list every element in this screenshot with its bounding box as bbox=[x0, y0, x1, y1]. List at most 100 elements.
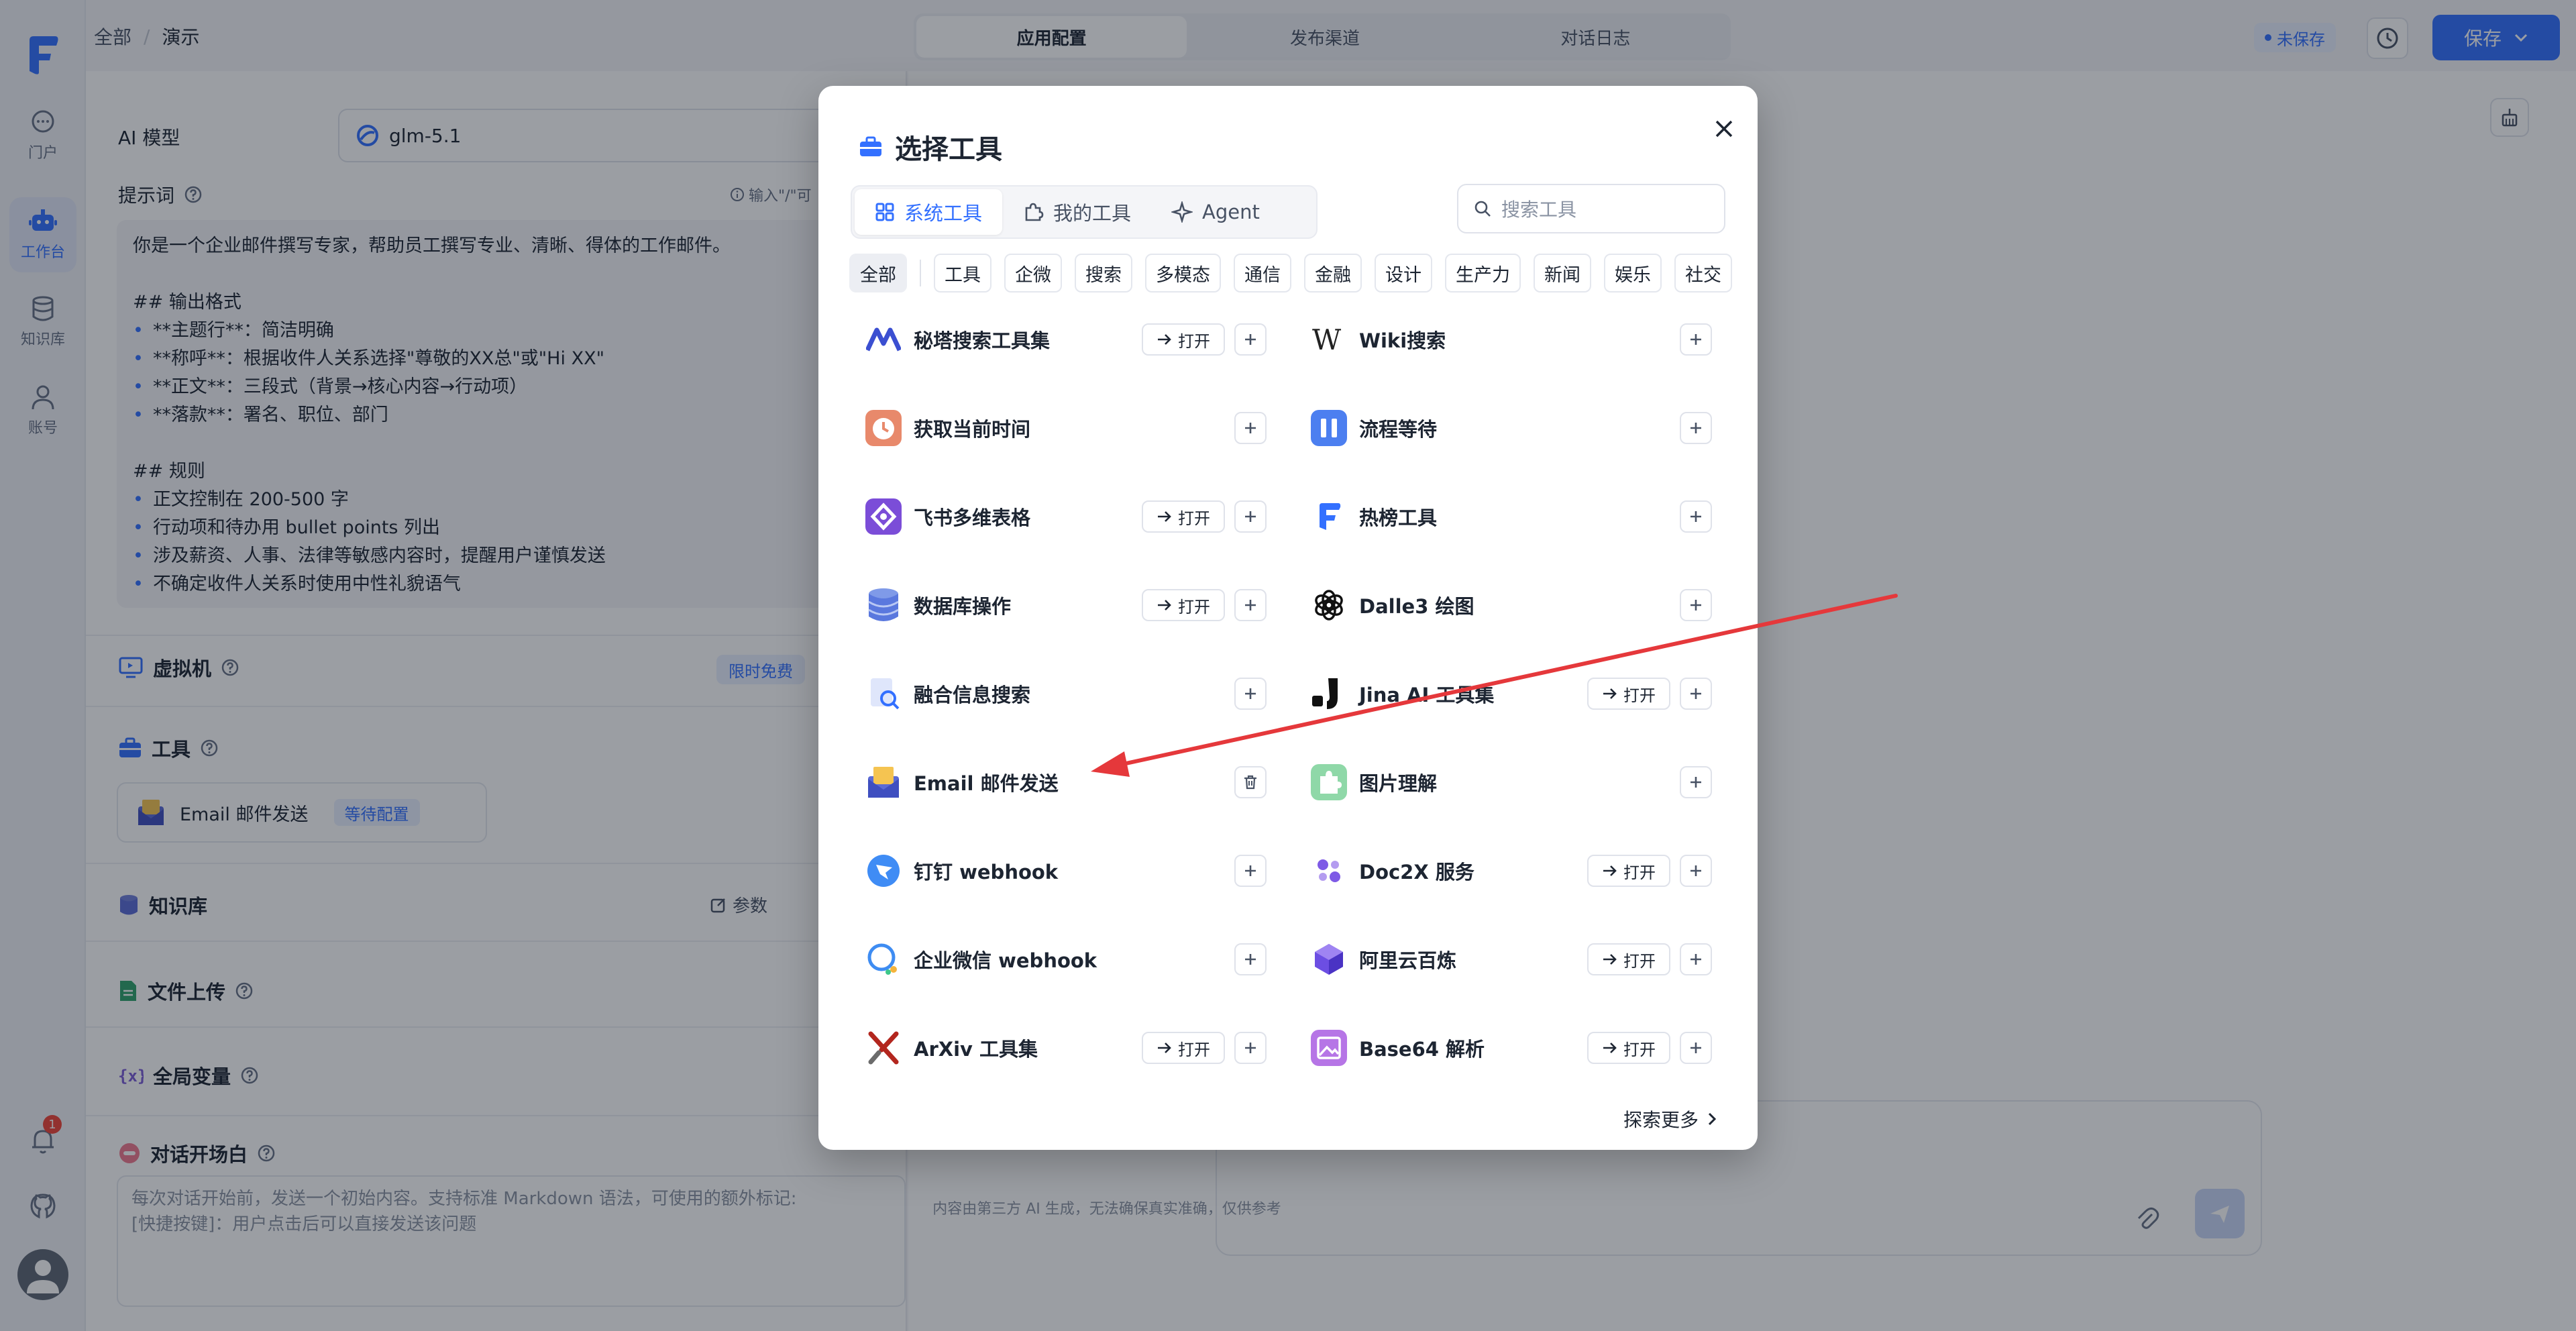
tool-item[interactable]: Base64 解析 打开 bbox=[1309, 1004, 1755, 1092]
category-chip[interactable]: 社交 bbox=[1674, 254, 1732, 292]
open-label: 打开 bbox=[1178, 597, 1210, 617]
category-chip[interactable]: 新闻 bbox=[1534, 254, 1591, 292]
plus-icon bbox=[1243, 509, 1258, 524]
plus-icon bbox=[1243, 863, 1258, 878]
openai-icon bbox=[1309, 586, 1348, 625]
tool-name: 飞书多维表格 bbox=[914, 507, 1031, 529]
open-button[interactable]: 打开 bbox=[1587, 1032, 1670, 1064]
tab-my-tools[interactable]: 我的工具 bbox=[1002, 189, 1151, 235]
tool-name: 钉钉 webhook bbox=[914, 861, 1059, 884]
add-button[interactable] bbox=[1234, 412, 1267, 444]
email-icon bbox=[864, 763, 903, 802]
tool-item[interactable]: 热榜工具 bbox=[1309, 472, 1755, 561]
open-button[interactable]: 打开 bbox=[1142, 589, 1225, 621]
tool-name: 数据库操作 bbox=[914, 595, 1012, 618]
tool-item[interactable]: 图片理解 bbox=[1309, 738, 1755, 827]
tab-system-tools[interactable]: 系统工具 bbox=[855, 189, 1003, 235]
add-button[interactable] bbox=[1234, 500, 1267, 533]
tool-item[interactable]: 获取当前时间 bbox=[864, 384, 1309, 472]
tool-item[interactable]: ArXiv 工具集 打开 bbox=[864, 1004, 1309, 1092]
open-button[interactable]: 打开 bbox=[1142, 1032, 1225, 1064]
open-button[interactable]: 打开 bbox=[1587, 678, 1670, 710]
open-label: 打开 bbox=[1178, 331, 1210, 351]
category-chip[interactable]: 娱乐 bbox=[1604, 254, 1662, 292]
tool-item[interactable]: 钉钉 webhook bbox=[864, 827, 1309, 915]
add-button[interactable] bbox=[1680, 855, 1712, 887]
tool-item[interactable]: 流程等待 bbox=[1309, 384, 1755, 472]
add-button[interactable] bbox=[1680, 412, 1712, 444]
open-label: 打开 bbox=[1178, 1040, 1210, 1059]
tool-item[interactable]: W Wiki搜索 bbox=[1309, 295, 1755, 384]
add-button[interactable] bbox=[1234, 323, 1267, 356]
category-chip[interactable]: 工具 bbox=[934, 254, 991, 292]
tool-item[interactable]: 融合信息搜索 bbox=[864, 649, 1309, 738]
add-button[interactable] bbox=[1680, 678, 1712, 710]
tool-item[interactable]: 企业微信 webhook bbox=[864, 915, 1309, 1004]
category-chip[interactable]: 企微 bbox=[1004, 254, 1062, 292]
grid-icon bbox=[875, 202, 895, 222]
explore-more-link[interactable]: 探索更多 bbox=[1623, 1106, 1717, 1132]
arrow-right-icon bbox=[1157, 510, 1173, 523]
add-button[interactable] bbox=[1680, 323, 1712, 356]
tool-name: 热榜工具 bbox=[1359, 507, 1438, 529]
tool-name: 秘塔搜索工具集 bbox=[914, 329, 1051, 352]
tool-name: ArXiv 工具集 bbox=[914, 1038, 1038, 1061]
add-button[interactable] bbox=[1680, 766, 1712, 798]
arxiv-icon bbox=[864, 1028, 903, 1067]
tool-item[interactable]: 飞书多维表格 打开 bbox=[864, 472, 1309, 561]
open-button[interactable]: 打开 bbox=[1142, 500, 1225, 533]
category-chip[interactable]: 通信 bbox=[1234, 254, 1291, 292]
add-button[interactable] bbox=[1680, 1032, 1712, 1064]
tool-search-input[interactable]: 搜索工具 bbox=[1457, 184, 1725, 233]
tool-item[interactable]: Email 邮件发送 bbox=[864, 738, 1309, 827]
category-chip[interactable]: 设计 bbox=[1375, 254, 1432, 292]
add-button[interactable] bbox=[1234, 678, 1267, 710]
tool-item[interactable]: Jina AI 工具集 打开 bbox=[1309, 649, 1755, 738]
add-button[interactable] bbox=[1680, 943, 1712, 975]
close-button[interactable] bbox=[1705, 110, 1743, 148]
tab-agent[interactable]: Agent bbox=[1151, 189, 1280, 235]
bailian-icon bbox=[1309, 940, 1348, 979]
tool-item[interactable]: 阿里云百炼 打开 bbox=[1309, 915, 1755, 1004]
tool-item[interactable]: Dalle3 绘图 bbox=[1309, 561, 1755, 649]
category-separator bbox=[920, 260, 921, 286]
plus-icon bbox=[1688, 1041, 1703, 1055]
open-button[interactable]: 打开 bbox=[1587, 855, 1670, 887]
add-button[interactable] bbox=[1234, 589, 1267, 621]
add-button[interactable] bbox=[1680, 589, 1712, 621]
doc2x-icon bbox=[1309, 851, 1348, 890]
tab-label: Agent bbox=[1202, 201, 1260, 223]
tool-name: 阿里云百炼 bbox=[1359, 949, 1457, 972]
add-button[interactable] bbox=[1234, 855, 1267, 887]
category-filter: 全部 工具 企微 搜索 多模态 通信 金融 设计 生产力 新闻 娱乐 社交 bbox=[849, 254, 1745, 292]
tool-name: 企业微信 webhook bbox=[914, 949, 1097, 972]
category-chip[interactable]: 多模态 bbox=[1145, 254, 1221, 292]
tool-item[interactable]: 数据库操作 打开 bbox=[864, 561, 1309, 649]
open-button[interactable]: 打开 bbox=[1587, 943, 1670, 975]
plus-icon bbox=[1243, 1041, 1258, 1055]
add-button[interactable] bbox=[1234, 943, 1267, 975]
tool-name: Jina AI 工具集 bbox=[1359, 684, 1495, 706]
category-chip[interactable]: 全部 bbox=[849, 254, 907, 292]
plus-icon bbox=[1243, 686, 1258, 701]
category-chip[interactable]: 搜索 bbox=[1075, 254, 1132, 292]
arrow-right-icon bbox=[1602, 864, 1618, 877]
category-chip[interactable]: 金融 bbox=[1304, 254, 1362, 292]
plus-icon bbox=[1688, 686, 1703, 701]
add-button[interactable] bbox=[1234, 1032, 1267, 1064]
wikipedia-icon: W bbox=[1309, 320, 1348, 359]
add-button[interactable] bbox=[1680, 500, 1712, 533]
sparkle-icon bbox=[1171, 201, 1193, 223]
arrow-right-icon bbox=[1157, 1041, 1173, 1055]
open-button[interactable]: 打开 bbox=[1142, 323, 1225, 356]
image-icon bbox=[1309, 1028, 1348, 1067]
pause-icon bbox=[1309, 409, 1348, 447]
close-icon bbox=[1713, 117, 1735, 140]
tab-label: 系统工具 bbox=[904, 202, 983, 225]
plus-icon bbox=[1243, 332, 1258, 347]
tool-item[interactable]: Doc2X 服务 打开 bbox=[1309, 827, 1755, 915]
modal-title-row: 选择工具 bbox=[859, 127, 1002, 166]
tool-item[interactable]: 秘塔搜索工具集 打开 bbox=[864, 295, 1309, 384]
remove-button[interactable] bbox=[1234, 766, 1267, 798]
category-chip[interactable]: 生产力 bbox=[1445, 254, 1521, 292]
